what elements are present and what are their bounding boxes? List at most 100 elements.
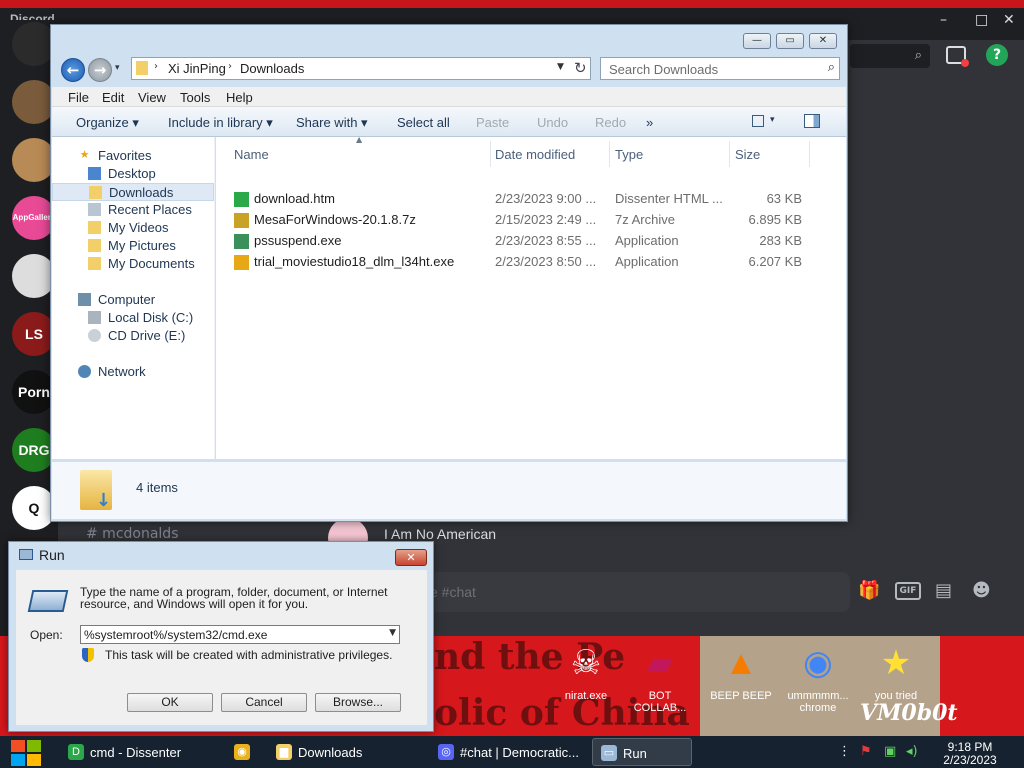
windows-logo-icon bbox=[27, 740, 41, 752]
run-close-button[interactable]: ✕ bbox=[395, 549, 427, 566]
menu-file[interactable]: File bbox=[68, 90, 89, 105]
back-button[interactable]: ← bbox=[61, 58, 85, 82]
column-type[interactable]: Type bbox=[615, 147, 643, 162]
menu-view[interactable]: View bbox=[138, 90, 166, 105]
nav-my-pictures[interactable]: My Pictures bbox=[52, 237, 214, 255]
taskbar-item[interactable]: ▆ Downloads bbox=[268, 738, 426, 766]
nav-favorites[interactable]: ★ Favorites bbox=[52, 147, 214, 165]
explorer-window: — ▭ ✕ ← → ▾ › Xi JinPing › Downloads ▼ ↻… bbox=[50, 24, 848, 522]
hard-disk-icon bbox=[88, 311, 101, 324]
chevron-down-icon[interactable]: ▼ bbox=[389, 628, 396, 638]
desktop-icon[interactable]: ▰ BOT COLLAB... bbox=[622, 640, 698, 714]
taskbar-item[interactable]: ▭ Run bbox=[592, 738, 692, 766]
undo-button[interactable]: Undo bbox=[537, 115, 568, 130]
discord-search-input[interactable]: ⌕ bbox=[850, 44, 930, 68]
emoji-icon[interactable]: ☻ bbox=[972, 580, 991, 601]
recent-pages-icon[interactable]: ▾ bbox=[115, 63, 120, 73]
column-name[interactable]: Name bbox=[234, 147, 269, 162]
file-date: 2/23/2023 8:55 ... bbox=[495, 233, 597, 248]
more-commands-button[interactable]: » bbox=[646, 115, 653, 130]
nav-network[interactable]: Network bbox=[52, 363, 214, 381]
folder-icon bbox=[88, 257, 101, 270]
explorer-close-button[interactable]: ✕ bbox=[809, 33, 837, 49]
search-input[interactable]: Search Downloads ⌕ bbox=[600, 57, 840, 80]
column-divider[interactable] bbox=[609, 141, 610, 167]
column-size[interactable]: Size bbox=[735, 147, 760, 162]
desktop-icon[interactable]: ▲ BEEP BEEP bbox=[703, 640, 779, 702]
view-dropdown-icon[interactable]: ▾ bbox=[770, 114, 775, 125]
discord-close-button[interactable]: ✕ bbox=[1003, 12, 1015, 28]
channel-name[interactable]: # mcdonalds bbox=[86, 526, 179, 542]
action-center-flag-icon[interactable]: ⚑ bbox=[860, 744, 872, 759]
help-icon[interactable]: ? bbox=[986, 44, 1008, 66]
file-row[interactable]: MesaForWindows-20.1.8.7z 2/15/2023 2:49 .… bbox=[234, 211, 834, 231]
column-divider[interactable] bbox=[729, 141, 730, 167]
share-with-button[interactable]: Share with ▾ bbox=[296, 115, 368, 131]
breadcrumb-user[interactable]: Xi JinPing bbox=[168, 61, 226, 76]
gift-icon[interactable]: 🎁 bbox=[858, 580, 880, 601]
discord-maximize-button[interactable]: □ bbox=[975, 12, 988, 28]
clock-date[interactable]: 2/23/2023 bbox=[940, 753, 1000, 767]
sticker-icon[interactable]: ▤ bbox=[935, 580, 952, 601]
open-combobox[interactable]: %systemroot%/system32/cmd.exe ▼ bbox=[80, 625, 400, 644]
nav-local-disk[interactable]: Local Disk (C:) bbox=[52, 309, 214, 327]
inbox-icon[interactable] bbox=[946, 46, 969, 67]
tray-overflow-icon[interactable]: ⋮ bbox=[838, 744, 851, 759]
taskbar-item[interactable]: Dcmd - Dissenter bbox=[60, 738, 222, 766]
menu-help[interactable]: Help bbox=[226, 90, 253, 105]
desktop-icon-label: you tried bbox=[874, 690, 918, 702]
desktop-icon[interactable]: ☠ nirat.exe bbox=[548, 640, 624, 702]
explorer-minimize-button[interactable]: — bbox=[743, 33, 771, 49]
forward-button[interactable]: → bbox=[88, 58, 112, 82]
nav-recent-places[interactable]: Recent Places bbox=[52, 201, 214, 219]
paste-button[interactable]: Paste bbox=[476, 115, 509, 130]
column-divider[interactable] bbox=[809, 141, 810, 167]
redo-button[interactable]: Redo bbox=[595, 115, 626, 130]
desktop-icon[interactable]: ◉ ummmmm... chrome bbox=[780, 640, 856, 714]
browse-button[interactable]: Browse... bbox=[315, 693, 401, 712]
network-tray-icon[interactable]: ▣ bbox=[884, 744, 896, 759]
file-icon bbox=[234, 192, 249, 207]
chevron-right-icon[interactable]: › bbox=[154, 61, 158, 72]
network-icon bbox=[78, 365, 91, 378]
breadcrumb-downloads[interactable]: Downloads bbox=[240, 61, 304, 76]
open-combobox-value[interactable]: %systemroot%/system32/cmd.exe bbox=[84, 628, 267, 642]
explorer-maximize-button[interactable]: ▭ bbox=[776, 33, 804, 49]
gif-button[interactable]: GIF bbox=[895, 582, 921, 600]
ok-button[interactable]: OK bbox=[127, 693, 213, 712]
taskbar-item[interactable]: ◎ #chat | Democratic... bbox=[430, 738, 588, 766]
column-date-modified[interactable]: Date modified bbox=[495, 147, 575, 162]
start-button[interactable] bbox=[8, 738, 44, 766]
address-dropdown-icon[interactable]: ▼ bbox=[557, 62, 564, 72]
menu-tools[interactable]: Tools bbox=[180, 90, 210, 105]
nav-cd-drive[interactable]: CD Drive (E:) bbox=[52, 327, 214, 345]
include-in-library-button[interactable]: Include in library ▾ bbox=[168, 115, 273, 131]
clock-time[interactable]: 9:18 PM bbox=[940, 740, 1000, 754]
details-pane: ↓ 4 items bbox=[52, 461, 846, 519]
menu-edit[interactable]: Edit bbox=[102, 90, 124, 105]
run-title: Run bbox=[39, 547, 65, 563]
select-all-button[interactable]: Select all bbox=[397, 115, 450, 130]
nav-my-videos[interactable]: My Videos bbox=[52, 219, 214, 237]
nav-downloads[interactable]: Downloads bbox=[52, 183, 214, 201]
chevron-right-icon[interactable]: › bbox=[228, 61, 232, 72]
preview-pane-icon[interactable] bbox=[804, 114, 820, 128]
cancel-button[interactable]: Cancel bbox=[221, 693, 307, 712]
organize-button[interactable]: Organize ▾ bbox=[76, 115, 139, 131]
nav-my-documents[interactable]: My Documents bbox=[52, 255, 214, 273]
change-view-icon[interactable] bbox=[752, 115, 764, 127]
nav-computer[interactable]: Computer bbox=[52, 291, 214, 309]
discord-minimize-button[interactable]: – bbox=[940, 12, 947, 28]
nav-desktop[interactable]: Desktop bbox=[52, 165, 214, 183]
taskbar-app-icon: ▭ bbox=[601, 745, 617, 761]
refresh-icon[interactable]: ↻ bbox=[574, 59, 587, 77]
desktop-icon-label: BEEP BEEP bbox=[710, 690, 772, 702]
taskbar-item[interactable]: ◉ bbox=[226, 738, 262, 766]
file-row[interactable]: pssuspend.exe 2/23/2023 8:55 ... Applicati… bbox=[234, 232, 834, 252]
desktop-icon[interactable]: ★ you tried bbox=[858, 640, 934, 702]
file-row[interactable]: trial_moviestudio18_dlm_l34ht.exe 2/23/20… bbox=[234, 253, 834, 273]
address-bar[interactable]: › Xi JinPing › Downloads ▼ ↻ bbox=[131, 57, 591, 80]
volume-icon[interactable]: ◂) bbox=[906, 744, 918, 759]
column-divider[interactable] bbox=[490, 141, 491, 167]
file-row[interactable]: download.htm 2/23/2023 9:00 ... Dissenter … bbox=[234, 190, 834, 210]
